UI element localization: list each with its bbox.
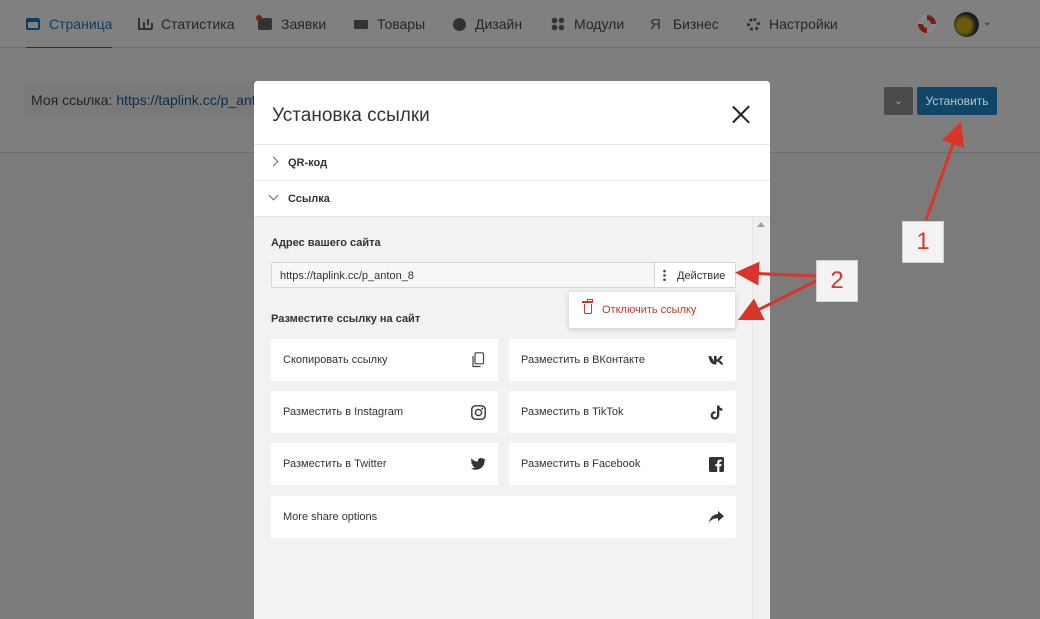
arrow-to-action-button	[735, 261, 817, 286]
annotation-arrows	[735, 121, 965, 321]
callout-2: 2	[816, 260, 858, 302]
arrow-to-disable-link	[737, 278, 819, 321]
arrow-to-install-button	[924, 121, 965, 221]
callout-1: 1	[902, 221, 944, 263]
